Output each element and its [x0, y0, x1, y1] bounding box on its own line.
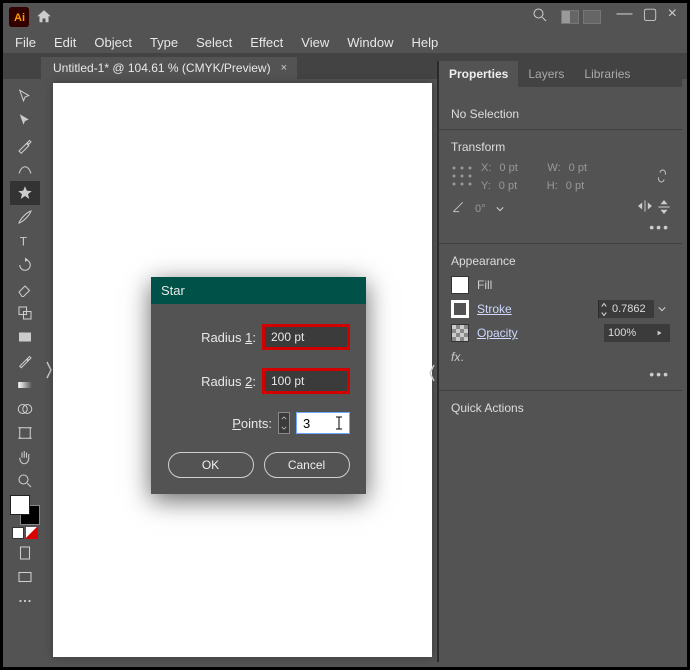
svg-text:T: T	[20, 235, 28, 249]
selection-tool[interactable]	[10, 85, 40, 109]
shear-dropdown[interactable]	[496, 205, 504, 213]
link-dimensions-icon[interactable]	[654, 168, 670, 187]
stroke-label[interactable]: Stroke	[477, 302, 512, 316]
screen-mode[interactable]	[10, 565, 40, 589]
svg-text:Ai: Ai	[14, 12, 25, 24]
opacity-flyout[interactable]	[650, 324, 670, 342]
appearance-section-label: Appearance	[451, 254, 670, 268]
menu-object[interactable]: Object	[86, 33, 140, 52]
window-minimize-button[interactable]: —	[617, 5, 633, 23]
document-tab[interactable]: Untitled-1* @ 104.61 % (CMYK/Preview) ×	[41, 57, 297, 79]
gradient-tool[interactable]	[10, 373, 40, 397]
quick-actions-label: Quick Actions	[451, 401, 670, 415]
reference-point-icon[interactable]	[451, 165, 473, 190]
opacity-value[interactable]: 100%	[604, 324, 650, 342]
opacity-swatch[interactable]	[451, 324, 469, 342]
home-icon[interactable]	[35, 8, 53, 26]
tab-libraries[interactable]: Libraries	[574, 61, 640, 87]
points-label: Points:	[232, 416, 272, 431]
opacity-label[interactable]: Opacity	[477, 326, 518, 340]
arrange-icon	[561, 10, 579, 24]
appearance-more-options[interactable]: •••	[451, 364, 670, 384]
tab-close-icon[interactable]: ×	[281, 62, 287, 74]
shape-builder-tool[interactable]	[10, 397, 40, 421]
y-value[interactable]: 0 pt	[499, 180, 539, 192]
fill-color-swatch[interactable]	[451, 276, 469, 294]
radius2-input[interactable]: 100 pt	[262, 368, 350, 394]
x-label: X:	[481, 162, 491, 174]
stroke-weight-stepper[interactable]	[598, 300, 608, 318]
star-dialog: Star Radius 1: 200 pt Radius 2: 100 pt P…	[151, 277, 366, 494]
points-stepper[interactable]	[278, 412, 290, 434]
ok-button[interactable]: OK	[168, 452, 254, 478]
shear-value[interactable]: 0°	[475, 203, 486, 215]
type-tool[interactable]: T	[10, 229, 40, 253]
draw-mode[interactable]	[10, 541, 40, 565]
menu-type[interactable]: Type	[142, 33, 186, 52]
dialog-title: Star	[151, 277, 366, 304]
h-value[interactable]: 0 pt	[566, 180, 606, 192]
radius1-input[interactable]: 200 pt	[262, 324, 350, 350]
eyedropper-tool[interactable]	[10, 349, 40, 373]
cancel-button[interactable]: Cancel	[264, 452, 350, 478]
transform-more-options[interactable]: •••	[451, 217, 670, 237]
rotate-tool[interactable]	[10, 253, 40, 277]
artboard-tool[interactable]	[10, 421, 40, 445]
y-label: Y:	[481, 180, 491, 192]
menubar: File Edit Object Type Select Effect View…	[3, 31, 687, 53]
radius1-label: Radius 1:	[201, 330, 256, 345]
w-label: W:	[547, 162, 560, 174]
pen-tool[interactable]	[10, 133, 40, 157]
hand-tool[interactable]	[10, 445, 40, 469]
points-value: 3	[303, 416, 310, 431]
h-label: H:	[547, 180, 558, 192]
rectangle-tool[interactable]	[10, 325, 40, 349]
fill-swatch[interactable]	[10, 495, 30, 515]
panel-collapse-right[interactable]	[429, 83, 437, 662]
flip-horizontal-icon[interactable]	[638, 200, 652, 217]
selection-status: No Selection	[451, 107, 670, 121]
scale-tool[interactable]	[10, 301, 40, 325]
menu-select[interactable]: Select	[188, 33, 240, 52]
fx-button[interactable]: fx.	[451, 350, 670, 364]
eraser-tool[interactable]	[10, 277, 40, 301]
arrange-icon	[583, 10, 601, 24]
panel-tabs: Properties Layers Libraries	[439, 61, 682, 87]
paintbrush-tool[interactable]	[10, 205, 40, 229]
fill-label: Fill	[477, 278, 492, 292]
stroke-color-swatch[interactable]	[451, 300, 469, 318]
fill-stroke-swatches[interactable]	[10, 495, 40, 525]
app-logo: Ai	[9, 7, 29, 27]
menu-file[interactable]: File	[7, 33, 44, 52]
menu-help[interactable]: Help	[403, 33, 446, 52]
direct-selection-tool[interactable]	[10, 109, 40, 133]
star-tool[interactable]	[10, 181, 40, 205]
window-close-button[interactable]: ×	[668, 5, 677, 23]
tab-properties[interactable]: Properties	[439, 61, 518, 87]
x-value[interactable]: 0 pt	[499, 162, 539, 174]
workspace-switcher[interactable]	[561, 10, 601, 24]
flip-vertical-icon[interactable]	[658, 200, 670, 217]
rotate-icon[interactable]	[451, 200, 465, 217]
color-mode-toggles[interactable]	[10, 527, 40, 541]
points-input[interactable]: 3	[296, 412, 350, 434]
menu-edit[interactable]: Edit	[46, 33, 84, 52]
radius2-label: Radius 2:	[201, 374, 256, 389]
w-value[interactable]: 0 pt	[569, 162, 609, 174]
menu-view[interactable]: View	[293, 33, 337, 52]
edit-toolbar[interactable]	[10, 589, 40, 613]
search-icon[interactable]	[531, 6, 549, 29]
document-tab-label: Untitled-1* @ 104.61 % (CMYK/Preview)	[53, 61, 271, 75]
stroke-weight-value[interactable]: 0.7862	[608, 300, 654, 318]
menu-window[interactable]: Window	[339, 33, 401, 52]
window-maximize-button[interactable]: ▢	[643, 4, 658, 24]
stroke-weight-dropdown[interactable]	[654, 305, 670, 313]
tab-layers[interactable]: Layers	[518, 61, 574, 87]
toolbar: T	[8, 83, 42, 662]
curvature-tool[interactable]	[10, 157, 40, 181]
zoom-tool[interactable]	[10, 469, 40, 493]
menu-effect[interactable]: Effect	[242, 33, 291, 52]
transform-section-label: Transform	[451, 140, 670, 154]
